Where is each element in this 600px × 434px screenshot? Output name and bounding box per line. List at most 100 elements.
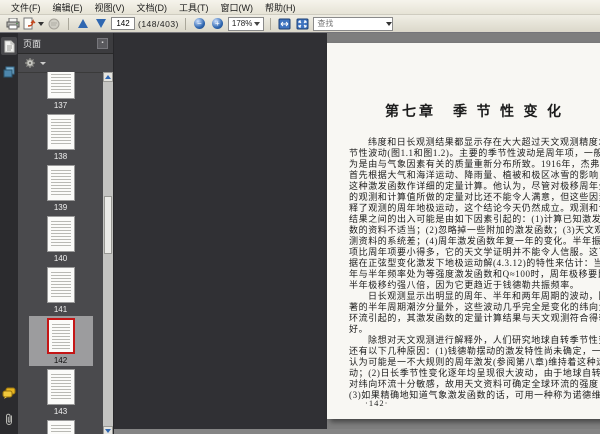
body-text-line: 日长观测显示出明显的周年、半年和两年周期的波动，除显 <box>368 291 600 301</box>
body-text-line: 项比周年项要小得多，它的天文学证明并不能令人信服。这可根 <box>349 247 600 257</box>
thumbnail-label: 138 <box>53 152 68 161</box>
thumbnail-viewport: 137 138 139 140 141 142 143 144 <box>18 72 103 434</box>
document-page[interactable]: 第七章 季 节 性 变 化 纬度和日长观测结果都显示存在大大超过天文观测精度水平… <box>327 43 600 419</box>
thumbnail-page-image[interactable] <box>46 369 75 405</box>
page-footer-number: ·142· <box>365 398 389 408</box>
document-view[interactable]: 第七章 季 节 性 变 化 纬度和日长观测结果都显示存在大大超过天文观测精度水平… <box>114 33 600 434</box>
body-text-line: 节性波动(图1.1和图1.2)。主要的季节性波动是周年项，一般认 <box>349 148 600 158</box>
toolbar: (148/403) − + 178% <box>0 15 600 33</box>
body-text-line: 除想对天文观测进行解释外，人们研究地球自转季节性变化 <box>368 335 600 345</box>
body-text-line: 年与半年频率处为等强度激发函数和Q≈100时，周年极移要比 <box>349 269 600 279</box>
thumbnail-label: 142 <box>53 356 68 365</box>
panel-menu-button[interactable]: ▪ <box>97 37 108 49</box>
scroll-down-button[interactable] <box>103 426 113 434</box>
export-icon <box>23 17 36 30</box>
thumbnail-scrollbar[interactable] <box>103 72 113 434</box>
export-dropdown-caret[interactable] <box>38 21 44 26</box>
menu-item-3[interactable]: 文档(D) <box>131 0 174 15</box>
menu-item-1[interactable]: 编辑(E) <box>47 0 89 15</box>
body-text-line: 认为可能是一不大规则的周年激发(参阅第八章)维持着这种运 <box>349 357 600 367</box>
options-dropdown-caret[interactable] <box>40 61 46 65</box>
menu-item-2[interactable]: 视图(V) <box>89 0 131 15</box>
page-number-input[interactable] <box>111 17 135 30</box>
next-page-button[interactable] <box>93 16 108 31</box>
options-gear-icon[interactable] <box>24 57 36 69</box>
thumbnail-label: 140 <box>53 254 68 263</box>
body-text-line: 的观测和计算值所做的定量对比还不能令人满意，但这些因素解 <box>349 192 600 202</box>
layers-panel-tab[interactable] <box>1 63 17 81</box>
body-text-line: 还有以下几种原因：(1)钱德勒摆动的激发特性尚未确定，一直 <box>349 346 600 356</box>
menu-item-4[interactable]: 工具(T) <box>173 0 215 15</box>
body-text-line: 结果之间的出入可能是由如下因素引起的：(1)计算已知激发函 <box>349 214 600 224</box>
comments-panel-tab[interactable] <box>1 384 17 402</box>
thumbnail-text-preview <box>50 72 71 95</box>
zoom-dropdown-caret <box>254 21 261 26</box>
body-text-line: 动；(2)日长季节性变化逐年均呈现很大波动，由于地球自转看来 <box>349 368 600 378</box>
email-button <box>47 16 62 31</box>
print-button[interactable] <box>5 16 20 31</box>
body-text-line: 首先根据大气和海洋运动、降雨量、植被和极区冰雪的影响，对 <box>349 170 600 180</box>
toolbar-separator <box>184 17 186 30</box>
thumbnail-page-image[interactable] <box>46 72 75 99</box>
page-thumbnail-142[interactable]: 142 <box>28 316 93 366</box>
pages-panel-title: 页面 <box>23 38 42 49</box>
menu-item-0[interactable]: 文件(F) <box>5 0 47 15</box>
page-thumbnail-140[interactable]: 140 <box>29 214 93 264</box>
attachments-panel-tab[interactable] <box>1 410 17 428</box>
page-thumbnail-144[interactable]: 144 <box>29 418 93 434</box>
body-text-line: 测资料的系统差；(4)周年激发函数年复一年的变化。半年振动 <box>349 236 600 246</box>
pages-icon <box>4 40 14 52</box>
export-button[interactable] <box>23 16 44 31</box>
pages-panel-tab[interactable] <box>1 37 17 55</box>
zoom-in-button[interactable]: + <box>210 16 225 31</box>
page-thumbnail-137[interactable]: 137 <box>29 72 93 111</box>
scroll-down-icon <box>105 429 111 433</box>
page-thumbnail-141[interactable]: 141 <box>29 265 93 315</box>
fit-width-button[interactable] <box>277 16 292 31</box>
fit-width-icon <box>278 18 291 29</box>
paperclip-icon <box>6 413 12 425</box>
body-text-line: 数的资料不适当；(2)忽略掉一些附加的激发函数；(3)天文观 <box>349 225 600 235</box>
thumbnail-page-image[interactable] <box>46 165 75 201</box>
pages-panel: 页面 ▪ 137 138 139 140 141 142 143 144 <box>18 33 114 434</box>
thumbnail-page-image[interactable] <box>46 267 75 303</box>
thumbnail-page-image[interactable] <box>46 318 75 354</box>
body-text-line: 对纬向环流十分敏感，故用天文资料可确定全球环流的强度； <box>349 379 600 389</box>
fit-page-button[interactable] <box>295 16 310 31</box>
toolbar-separator <box>270 17 272 30</box>
page-thumbnail-138[interactable]: 138 <box>29 112 93 162</box>
page-thumbnail-143[interactable]: 143 <box>29 367 93 417</box>
scrollbar-thumb[interactable] <box>104 195 112 254</box>
previous-page-button[interactable] <box>75 16 90 31</box>
scroll-up-icon <box>105 75 111 79</box>
menu-item-5[interactable]: 窗口(W) <box>215 0 260 15</box>
menu-bar: 文件(F) 编辑(E) 视图(V) 文档(D) 工具(T) 窗口(W) 帮助(H) <box>0 0 600 15</box>
body-text-line: 纬度和日长观测结果都显示存在大大超过天文观测精度水平的季 <box>368 137 600 147</box>
horizontal-scroll-area[interactable] <box>114 429 600 434</box>
thumbnail-page-image[interactable] <box>46 420 75 434</box>
page-count-label: (148/403) <box>138 18 179 29</box>
arrow-down-icon <box>95 19 106 28</box>
pages-panel-header: 页面 ▪ <box>18 33 113 54</box>
content-area: 页面 ▪ 137 138 139 140 141 142 143 144 <box>0 33 600 434</box>
find-input[interactable] <box>314 19 385 28</box>
pages-panel-options-row <box>18 54 113 73</box>
chapter-title: 第七章 季 节 性 变 化 <box>385 105 564 120</box>
thumbnail-text-preview <box>50 169 71 197</box>
zoom-out-icon: − <box>193 18 205 29</box>
body-text-line: 这种激发函数作详细的定量计算。他认为，尽管对极移周年分量 <box>349 181 600 191</box>
page-thumbnail-139[interactable]: 139 <box>29 163 93 213</box>
menu-item-6[interactable]: 帮助(H) <box>259 0 302 15</box>
toolbar-separator <box>68 17 69 30</box>
thumbnail-label: 137 <box>53 101 68 110</box>
zoom-level-select[interactable]: 178% <box>227 16 265 31</box>
thumbnail-page-image[interactable] <box>46 216 75 252</box>
zoom-out-button[interactable]: − <box>192 16 207 31</box>
scroll-up-button[interactable] <box>103 72 113 82</box>
thumbnail-list: 137 138 139 140 141 142 143 144 <box>18 72 103 434</box>
thumbnail-text-preview <box>50 424 71 434</box>
body-text-line: 释了观测的周年地极运动，这个结论今天仍然成立。观测和计算 <box>349 203 600 213</box>
find-dropdown-caret[interactable] <box>386 21 393 26</box>
thumbnail-page-image[interactable] <box>46 114 75 150</box>
body-text-line: 环流引起的，其激发函数的定量计算结果与天文观测符合得较 <box>349 313 600 323</box>
